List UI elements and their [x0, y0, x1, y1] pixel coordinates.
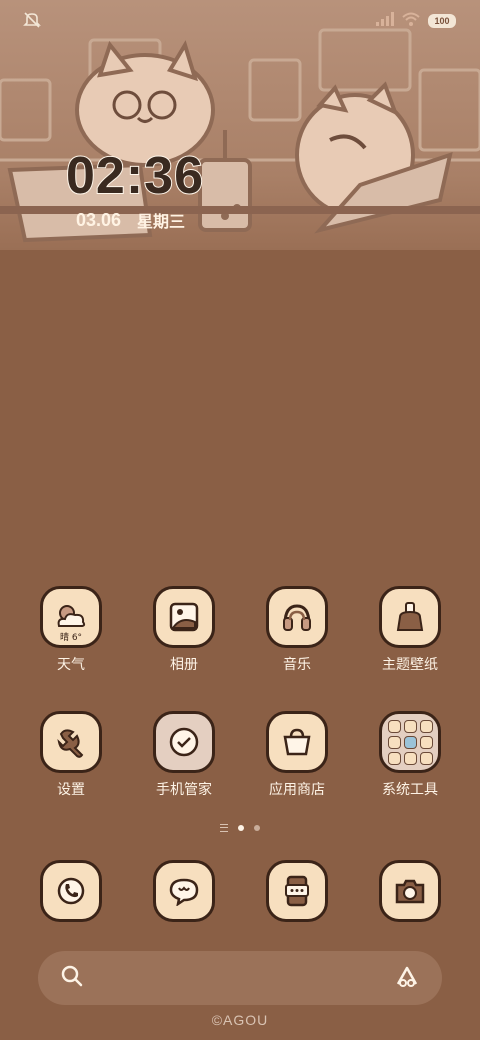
mute-icon: [22, 10, 42, 34]
messages-icon: [153, 860, 215, 922]
page-dot: [254, 825, 260, 831]
page-indicator[interactable]: [0, 824, 480, 832]
app-phone-manager[interactable]: 手机管家: [136, 711, 232, 799]
system-tools-folder-icon: [379, 711, 441, 773]
clock-widget[interactable]: 02:36: [65, 146, 216, 206]
app-gallery[interactable]: 相册: [136, 586, 232, 674]
page-dot-active: [238, 825, 244, 831]
search-bar[interactable]: [38, 951, 442, 1005]
app-label: 手机管家: [156, 782, 212, 798]
camera-icon: [379, 860, 441, 922]
app-label: 相册: [170, 657, 198, 673]
watermark: ©AGOU: [211, 1012, 269, 1028]
device-icon: [266, 860, 328, 922]
music-icon: [266, 586, 328, 648]
assistant-icon[interactable]: [394, 964, 420, 992]
app-label: 天气: [57, 657, 85, 673]
app-store[interactable]: 应用商店: [249, 711, 345, 799]
folder-system-tools[interactable]: 系统工具: [362, 711, 458, 799]
app-label: 系统工具: [382, 782, 438, 798]
app-label: 设置: [57, 782, 85, 798]
theme-icon: [379, 586, 441, 648]
page-indicator-menu: [220, 824, 228, 832]
clock-time: 02:36: [65, 146, 204, 206]
wifi-icon: [402, 11, 420, 30]
phone-manager-icon: [153, 711, 215, 773]
app-label: 应用商店: [269, 782, 325, 798]
search-icon[interactable]: [60, 964, 84, 992]
signal-icon: [376, 11, 394, 30]
dock-phone[interactable]: [23, 860, 119, 922]
dock-messages[interactable]: [136, 860, 232, 922]
date-text: 03.06: [76, 209, 122, 230]
app-settings[interactable]: 设置: [23, 711, 119, 799]
weekday-text: 星期三: [137, 212, 186, 231]
phone-icon: [40, 860, 102, 922]
app-music[interactable]: 音乐: [249, 586, 345, 674]
app-label: 音乐: [283, 657, 311, 673]
dock-device[interactable]: [249, 860, 345, 922]
settings-icon: [40, 711, 102, 773]
date-widget: 03.06 星期三: [76, 208, 185, 232]
dock-camera[interactable]: [362, 860, 458, 922]
status-bar: 100: [0, 0, 480, 40]
weather-icon: 晴 6°: [40, 586, 102, 648]
battery-indicator: 100: [428, 13, 456, 28]
weather-temp-text: 晴 6°: [59, 633, 83, 643]
app-label: 主题壁纸: [382, 657, 438, 673]
app-weather[interactable]: 晴 6° 天气: [23, 586, 119, 674]
gallery-icon: [153, 586, 215, 648]
app-theme[interactable]: 主题壁纸: [362, 586, 458, 674]
app-store-icon: [266, 711, 328, 773]
